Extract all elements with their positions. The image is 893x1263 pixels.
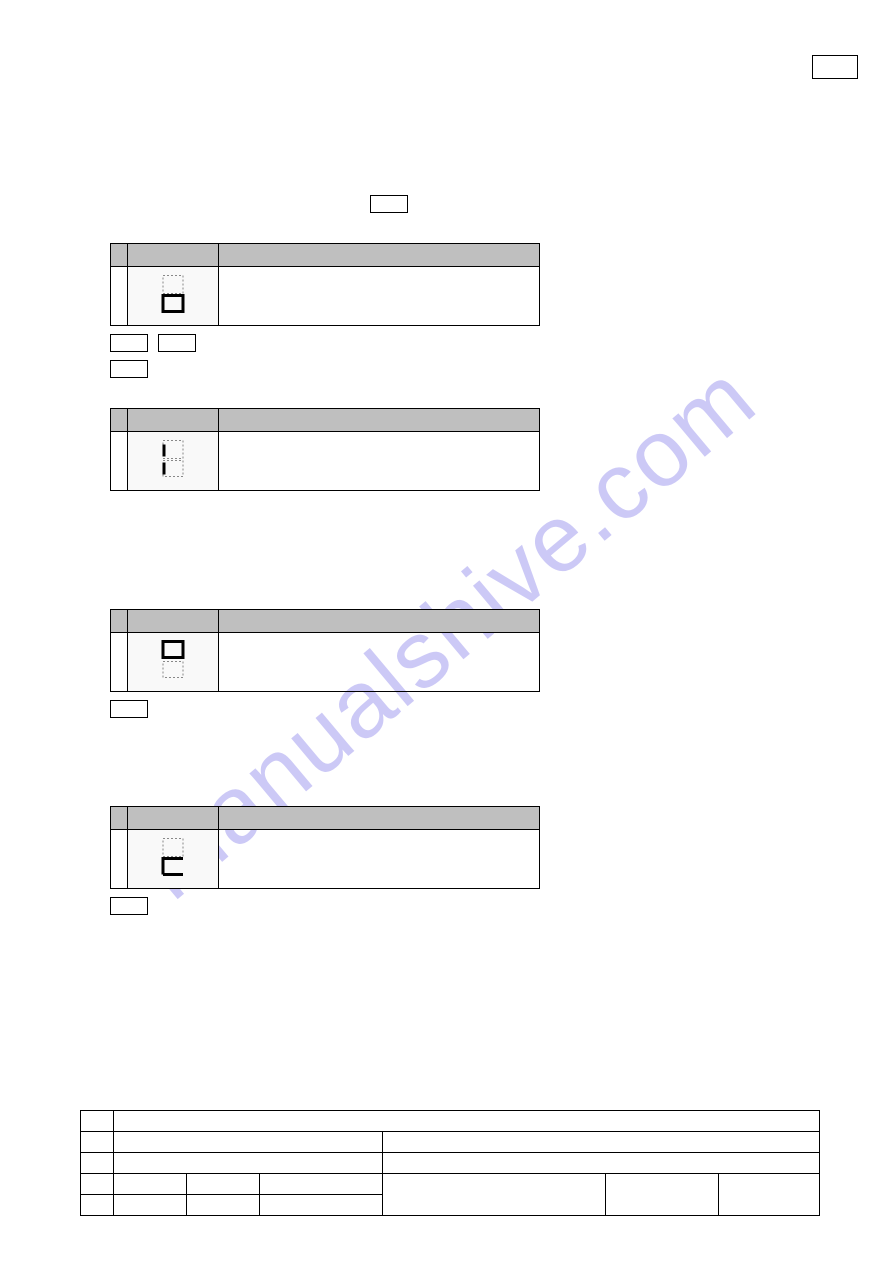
- param-1-below: [110, 334, 790, 352]
- param-block-3: [110, 609, 790, 718]
- intro-box: [370, 195, 408, 213]
- param-table-4: [110, 806, 540, 889]
- key-box: [158, 334, 196, 352]
- seven-seg-icon: [159, 640, 187, 685]
- key-box: [110, 360, 148, 378]
- param-table-1: [110, 243, 540, 326]
- key-box: [110, 334, 148, 352]
- footer-table: [80, 1110, 820, 1216]
- key-box: [110, 897, 148, 915]
- top-right-box: [812, 55, 858, 79]
- param-block-4: [110, 806, 790, 915]
- seven-seg-icon: [159, 439, 187, 484]
- seven-seg-icon: [159, 837, 187, 882]
- param-block-2: [110, 408, 790, 491]
- intro-line: [370, 195, 790, 213]
- param-table-2: [110, 408, 540, 491]
- page: manualshive.com: [0, 0, 893, 1263]
- param-3-below: [110, 700, 790, 718]
- content: [110, 195, 790, 933]
- key-box: [110, 700, 148, 718]
- seven-seg-icon: [159, 274, 187, 319]
- param-1-below2: [110, 360, 790, 378]
- param-4-below: [110, 897, 790, 915]
- param-table-3: [110, 609, 540, 692]
- param-block-1: [110, 243, 790, 378]
